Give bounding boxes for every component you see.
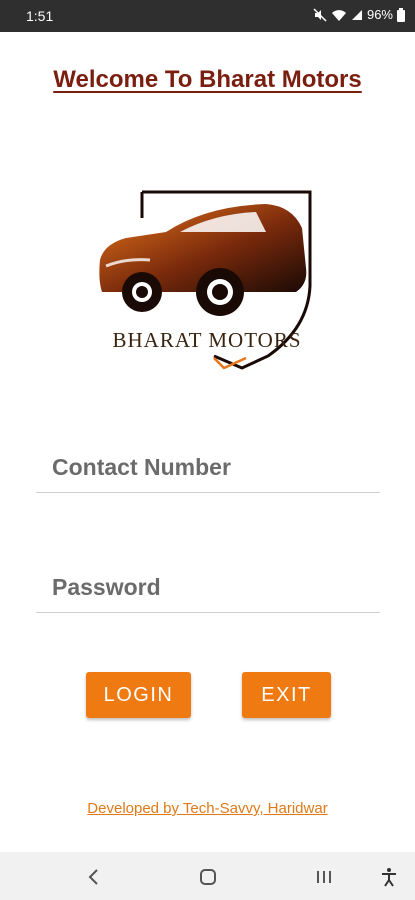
login-button[interactable]: LOGIN: [86, 672, 191, 718]
accessibility-button[interactable]: [374, 864, 404, 890]
password-input[interactable]: [36, 562, 380, 612]
status-time: 1:51: [26, 8, 54, 24]
wifi-icon: [331, 8, 347, 22]
welcome-title: Welcome To Bharat Motors: [0, 66, 415, 94]
system-navigation-bar: [0, 852, 415, 900]
logo-brand-text: BHARAT MOTORS: [112, 328, 302, 352]
home-icon: [200, 869, 216, 885]
recents-button[interactable]: [309, 864, 339, 890]
back-button[interactable]: [78, 864, 108, 890]
signal-icon: [351, 9, 363, 21]
status-bar: 1:51 96%: [0, 0, 415, 32]
battery-icon: [397, 7, 405, 22]
back-icon: [88, 869, 98, 885]
recents-icon: [317, 871, 331, 883]
contact-number-input[interactable]: [36, 442, 380, 492]
contact-number-field[interactable]: [36, 442, 380, 493]
welcome-title-text: Welcome To Bharat Motors: [53, 66, 362, 93]
password-field[interactable]: [36, 562, 380, 613]
status-icons: 96%: [313, 7, 405, 22]
accessibility-icon: [382, 868, 396, 887]
exit-button[interactable]: EXIT: [242, 672, 331, 718]
home-button[interactable]: [193, 864, 223, 890]
developer-credit-link[interactable]: Developed by Tech-Savvy, Haridwar: [0, 800, 415, 817]
brand-logo: BHARAT MOTORS: [96, 188, 318, 378]
battery-percent: 96%: [366, 7, 393, 22]
mute-icon: [313, 7, 327, 22]
